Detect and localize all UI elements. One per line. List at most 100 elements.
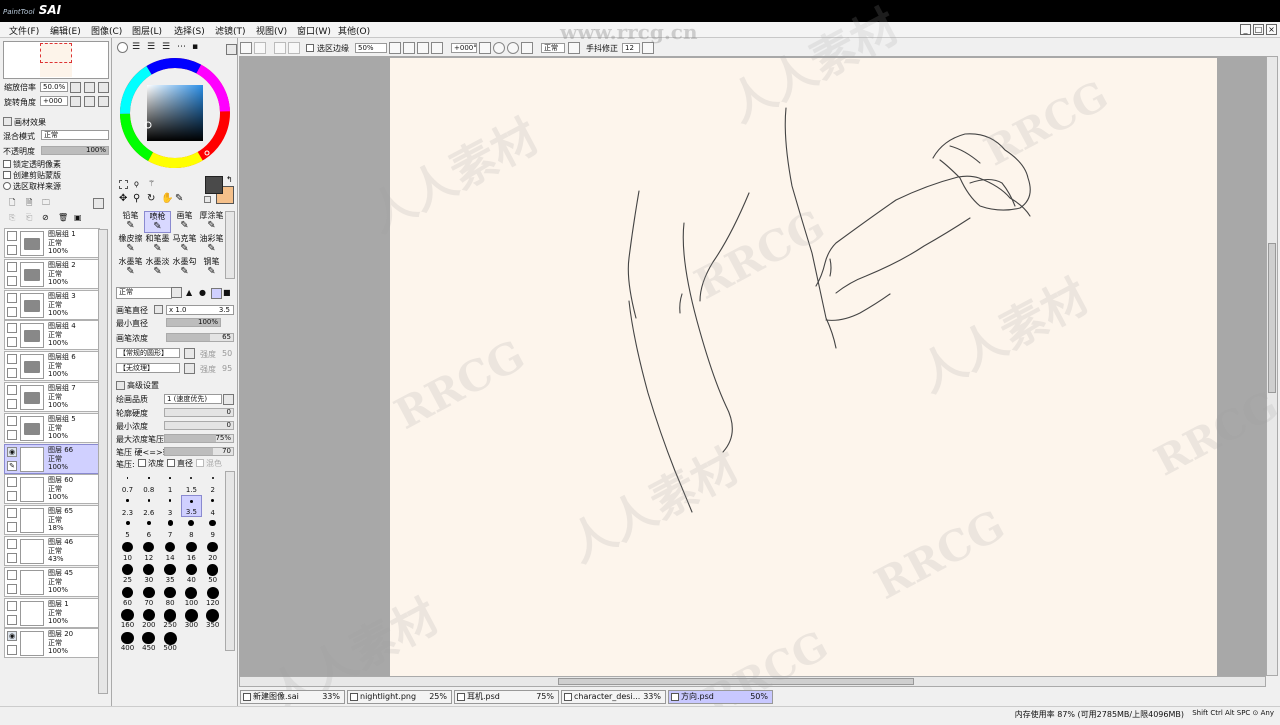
layer-lock-toggle[interactable]: ✎ bbox=[7, 460, 17, 471]
edge-hardness-slider[interactable]: 0 bbox=[164, 408, 234, 417]
menu-filter[interactable]: 滤镜(T) bbox=[215, 24, 246, 37]
advanced-expand-icon[interactable] bbox=[116, 381, 125, 390]
layer-lock-toggle[interactable] bbox=[7, 368, 17, 379]
rotate-reset-button[interactable] bbox=[98, 96, 109, 107]
color-wheel-mode-icon[interactable] bbox=[117, 42, 128, 53]
brush-size-preset[interactable]: 200 bbox=[138, 607, 159, 629]
brush-size-preset[interactable]: 400 bbox=[117, 630, 138, 652]
brush-tool-7[interactable]: 油彩笔 ✎ bbox=[198, 234, 225, 256]
quality-dropdown-icon[interactable] bbox=[223, 394, 234, 405]
new-folder-icon[interactable]: 🗀 bbox=[42, 197, 53, 208]
rotate-tool-icon[interactable]: ↻ bbox=[147, 193, 158, 204]
minimize-button[interactable]: _ bbox=[1240, 24, 1251, 35]
toolbar-zoom-reset[interactable] bbox=[431, 42, 443, 54]
layer-lock-toggle[interactable] bbox=[7, 553, 17, 563]
pressure-slider[interactable]: 70 bbox=[164, 447, 234, 456]
toolbar-mode-field[interactable]: 正常 bbox=[541, 43, 565, 53]
new-layer-icon[interactable]: 🗋 bbox=[9, 197, 20, 208]
new-linework-icon[interactable]: 🗎 bbox=[26, 197, 37, 208]
brush-size-preset[interactable]: 35 bbox=[160, 562, 181, 584]
brush-size-preset[interactable]: 300 bbox=[181, 607, 202, 629]
pressure-density-checkbox[interactable] bbox=[138, 459, 146, 467]
visibility-toggle[interactable] bbox=[7, 231, 17, 241]
brush-size-preset[interactable]: 500 bbox=[160, 630, 181, 652]
brush-tool-10[interactable]: 水墨勾 ✎ bbox=[171, 257, 198, 279]
brush-size-preset[interactable]: 7 bbox=[160, 517, 181, 539]
pressure-blend-checkbox[interactable] bbox=[196, 459, 204, 467]
shape-dropdown-icon[interactable] bbox=[184, 348, 195, 359]
layer-lock-toggle[interactable] bbox=[7, 645, 17, 656]
brush-size-preset[interactable]: 70 bbox=[138, 585, 159, 607]
blend-mode-dropdown-icon[interactable] bbox=[171, 287, 182, 298]
toolbar-zoom-in[interactable] bbox=[417, 42, 429, 54]
move-icon[interactable]: ✥ bbox=[119, 193, 130, 204]
layer-list-scrollbar[interactable] bbox=[98, 229, 108, 694]
layer-lock-toggle[interactable] bbox=[7, 399, 17, 409]
layer-row[interactable]: 图层 46 正常 43% bbox=[4, 536, 100, 566]
visibility-toggle[interactable] bbox=[7, 569, 17, 580]
primary-color-swatch[interactable] bbox=[205, 176, 223, 194]
layer-row[interactable]: ◉ ✎ 图层 66 正常 100% bbox=[4, 443, 100, 474]
eyedropper-icon[interactable]: ✎ bbox=[175, 193, 186, 204]
brush-size-preset[interactable]: 2.6 bbox=[138, 495, 159, 517]
stabilizer-field[interactable]: 12 bbox=[622, 43, 640, 53]
clear-selection-button[interactable] bbox=[288, 42, 300, 54]
visibility-toggle[interactable] bbox=[7, 292, 17, 303]
size-grid-scrollbar[interactable] bbox=[225, 471, 235, 651]
rect-select-icon[interactable] bbox=[119, 180, 128, 189]
visibility-toggle[interactable] bbox=[7, 323, 17, 334]
brush-tool-11[interactable]: 钢笔 ✎ bbox=[198, 257, 225, 279]
merge-down-icon[interactable]: ⎗ bbox=[26, 213, 37, 224]
menu-image[interactable]: 图像(C) bbox=[91, 24, 122, 37]
visibility-toggle[interactable] bbox=[7, 477, 17, 488]
visibility-toggle[interactable] bbox=[7, 539, 17, 549]
menu-window[interactable]: 窗口(W) bbox=[297, 24, 331, 37]
brush-size-preset[interactable]: 9 bbox=[202, 517, 223, 539]
layer-row[interactable]: 图层组 5 正常 100% bbox=[4, 412, 100, 443]
density-slider[interactable]: 65 bbox=[166, 333, 234, 342]
brush-blend-mode-select[interactable]: 正常 bbox=[116, 287, 172, 299]
transfer-down-icon[interactable]: ⎘ bbox=[9, 213, 20, 224]
brush-tool-4[interactable]: 橡皮擦 ✎ bbox=[117, 234, 144, 256]
brush-size-preset[interactable]: 120 bbox=[202, 585, 223, 607]
flip-horizontal-button[interactable] bbox=[568, 42, 580, 54]
layer-row[interactable]: 图层 60 正常 100% bbox=[4, 474, 100, 505]
visibility-toggle[interactable] bbox=[7, 385, 17, 395]
delete-layer-icon[interactable]: 🗑 bbox=[58, 213, 69, 224]
zoom-reset-button[interactable] bbox=[98, 82, 109, 93]
brush-texture-select[interactable]: 【无纹理】 bbox=[116, 363, 180, 373]
visibility-toggle[interactable] bbox=[7, 508, 17, 519]
scratchpad-mode-icon[interactable]: ▪ bbox=[192, 42, 203, 53]
brush-size-preset[interactable]: 350 bbox=[202, 607, 223, 629]
magic-wand-icon[interactable]: ⚚ bbox=[148, 179, 159, 190]
zoom-out-button[interactable] bbox=[70, 82, 81, 93]
brush-size-preset[interactable]: 250 bbox=[160, 607, 181, 629]
toolbar-zoom-field[interactable]: 50% bbox=[355, 43, 387, 53]
brush-tool-3[interactable]: 厚涂笔 ✎ bbox=[198, 211, 225, 233]
menu-view[interactable]: 视图(V) bbox=[256, 24, 287, 37]
toolbar-zoom-dropdown[interactable] bbox=[389, 42, 401, 54]
stabilizer-dropdown[interactable] bbox=[642, 42, 654, 54]
select-all-button[interactable] bbox=[240, 42, 252, 54]
shape-square-icon[interactable]: ■ bbox=[223, 288, 234, 299]
h-scroll-thumb[interactable] bbox=[558, 678, 914, 685]
zoom-in-button[interactable] bbox=[84, 82, 95, 93]
v-scroll-thumb[interactable] bbox=[1268, 243, 1276, 393]
maximize-button[interactable]: □ bbox=[1253, 24, 1264, 35]
toolbar-angle-field[interactable]: +000° bbox=[451, 43, 477, 53]
brush-size-preset[interactable]: 30 bbox=[138, 562, 159, 584]
layer-lock-toggle[interactable] bbox=[7, 306, 17, 317]
menu-edit[interactable]: 编辑(E) bbox=[50, 24, 81, 37]
toolbar-angle-dropdown[interactable] bbox=[479, 42, 491, 54]
texture-dropdown-icon[interactable] bbox=[184, 363, 195, 374]
layer-panel-menu-button[interactable] bbox=[93, 198, 104, 209]
size-multiplier-button[interactable] bbox=[154, 305, 163, 314]
brush-tool-2[interactable]: 画笔 ✎ bbox=[171, 211, 198, 233]
brush-grid-scrollbar[interactable] bbox=[225, 211, 235, 279]
navigator-preview[interactable] bbox=[3, 41, 109, 79]
brush-tool-1[interactable]: 喷枪 ✎ bbox=[144, 211, 171, 233]
visibility-toggle[interactable] bbox=[7, 261, 17, 272]
swap-colors-icon[interactable]: ↰ bbox=[226, 175, 237, 186]
brush-size-preset[interactable]: 450 bbox=[138, 630, 159, 652]
eye-icon[interactable]: ◉ bbox=[7, 446, 17, 457]
